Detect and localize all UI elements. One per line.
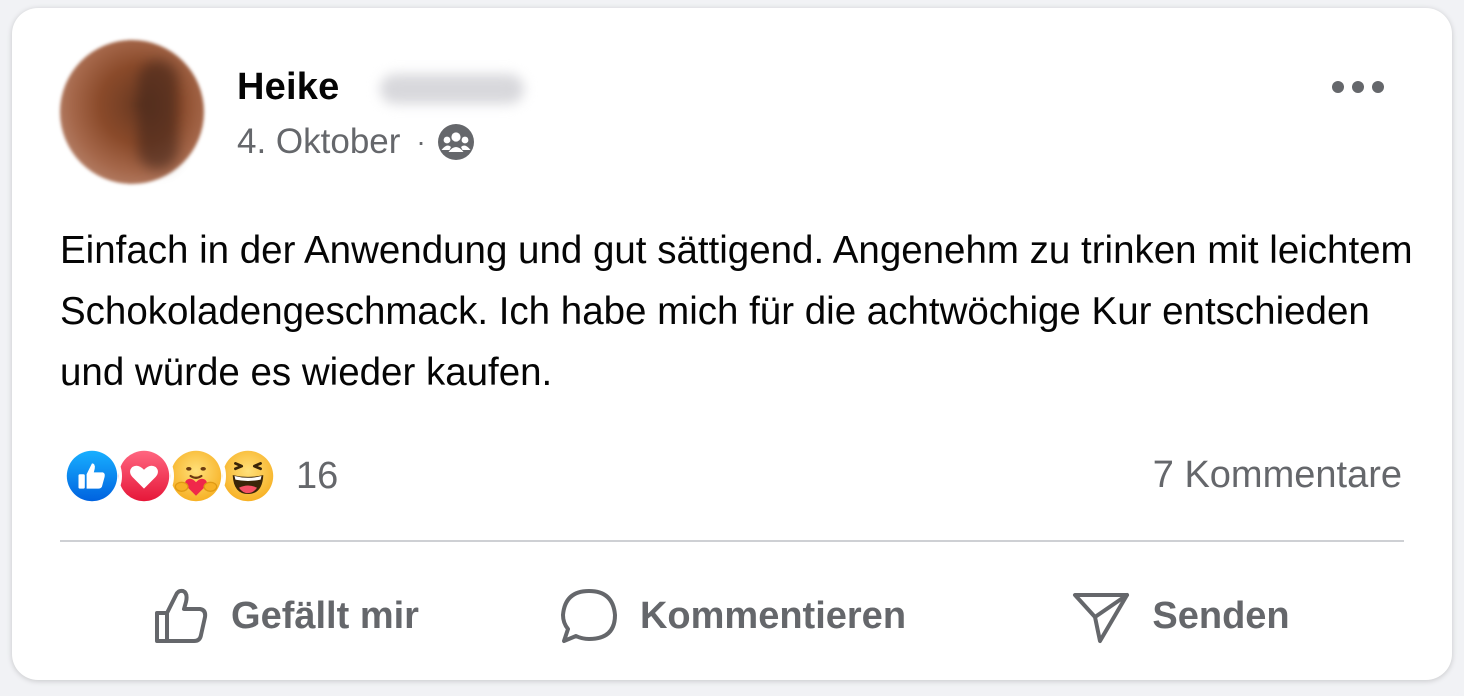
send-button-label: Senden (1152, 594, 1290, 637)
like-button-label: Gefällt mir (231, 594, 419, 637)
comment-button-label: Kommentieren (639, 594, 907, 637)
send-icon (1073, 593, 1130, 643)
love-icon (114, 446, 174, 506)
more-options-icon[interactable] (1332, 74, 1384, 100)
comments-count-link[interactable]: 7 Kommentare (1153, 454, 1402, 497)
action-bar: Gefällt mir Kommentieren Senden (60, 573, 1404, 659)
send-button[interactable]: Senden (956, 573, 1404, 659)
author-avatar[interactable] (60, 40, 204, 184)
post-card: Heike 4. Oktober · Einfach in der Anwend… (12, 8, 1452, 680)
comment-button[interactable]: Kommentieren (508, 573, 956, 659)
post-body: Einfach in der Anwendung und gut sättige… (60, 229, 1413, 394)
post-date[interactable]: 4. Oktober (237, 122, 400, 162)
reactions-summary[interactable]: 16 (62, 446, 338, 506)
author-name[interactable]: Heike (237, 66, 339, 109)
friends-group-icon[interactable] (436, 122, 476, 162)
divider (60, 540, 1404, 542)
blurred-last-name (380, 74, 524, 104)
meta-separator: · (416, 126, 426, 157)
comment-bubble-icon (560, 589, 617, 643)
thumbs-up-icon (155, 588, 208, 643)
post-meta: 4. Oktober · (237, 122, 476, 162)
reaction-count: 16 (296, 454, 339, 497)
like-icon (62, 446, 122, 506)
care-icon (166, 446, 226, 506)
haha-icon (218, 446, 278, 506)
like-button[interactable]: Gefällt mir (60, 573, 508, 659)
